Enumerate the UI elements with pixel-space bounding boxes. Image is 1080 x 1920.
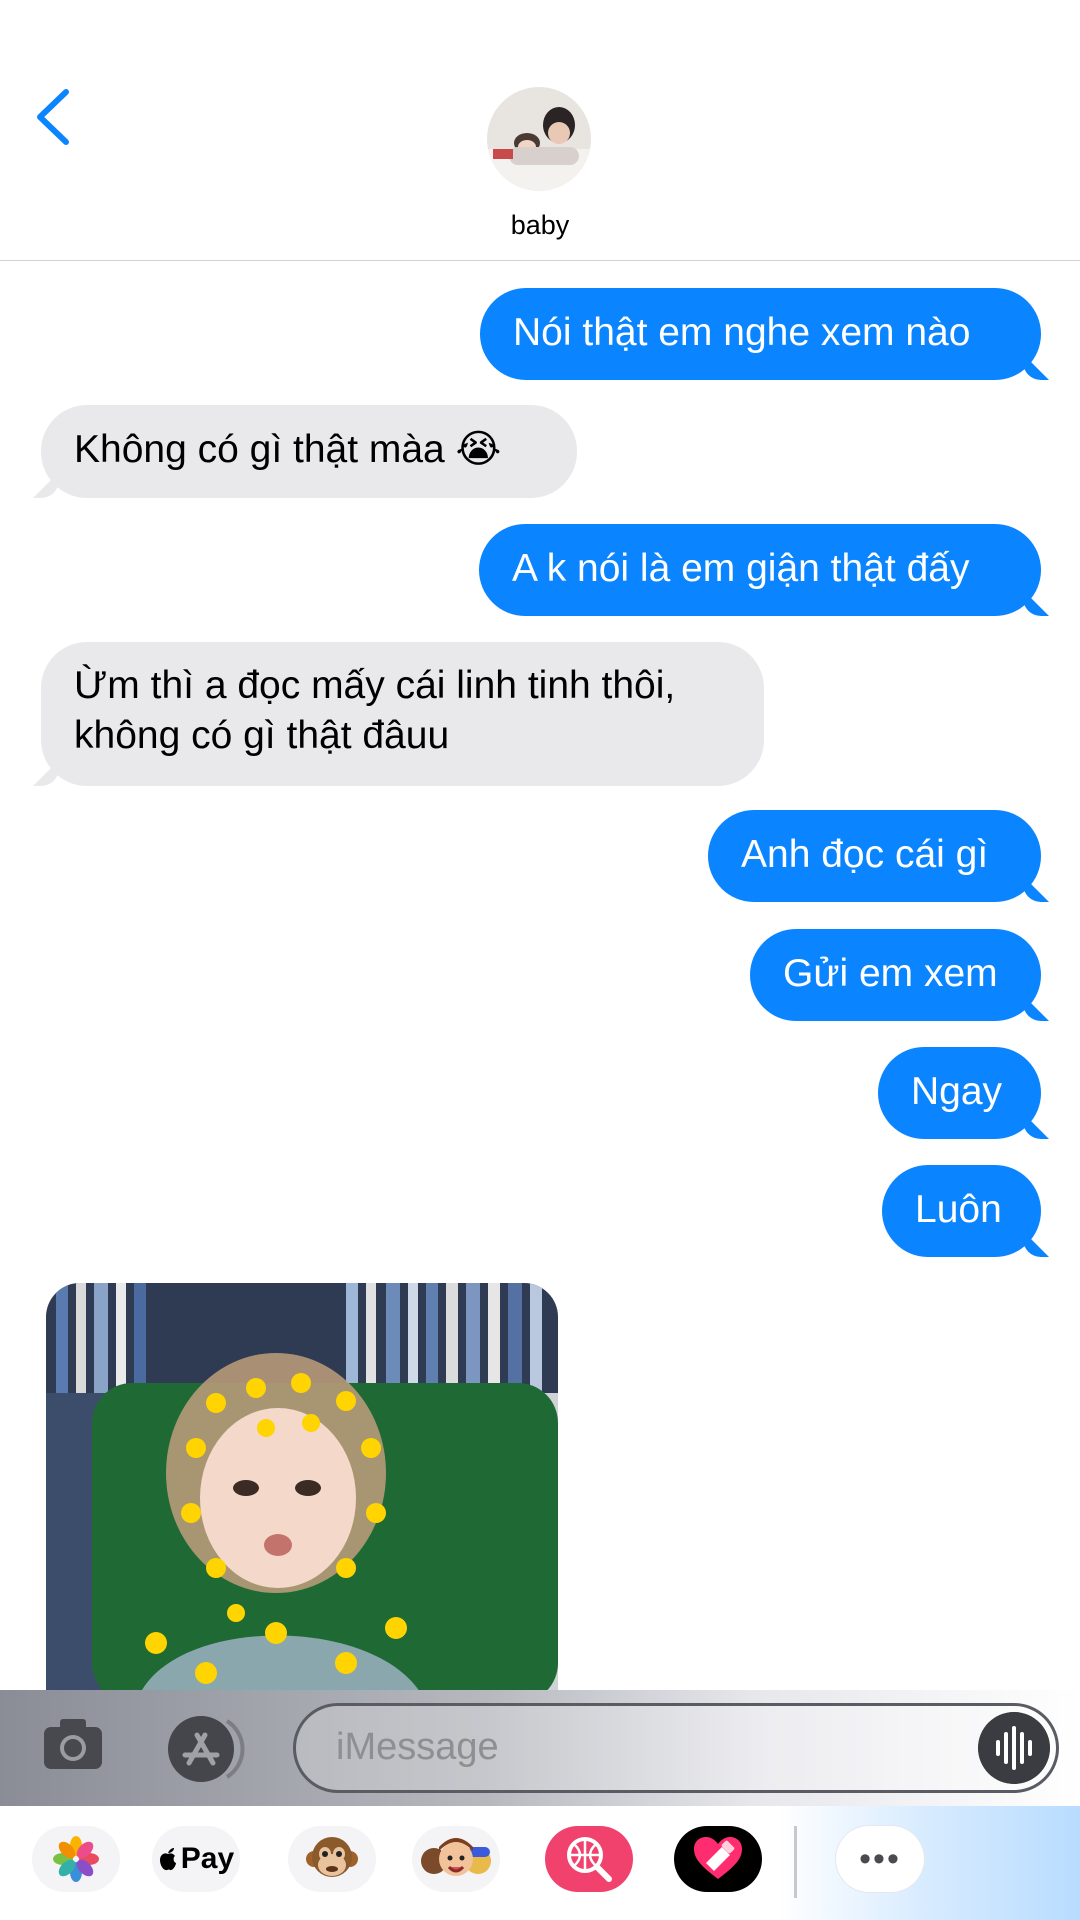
received-message[interactable]: Ừm thì a đọc mấy cái linh tinh thôi, khô… [41,642,764,786]
message-text-line: không có gì thật đâuu [74,714,450,757]
photos-app-icon[interactable] [32,1826,120,1892]
sent-message[interactable]: Gửi em xem [750,929,1041,1021]
app-store-icon[interactable] [165,1713,247,1785]
animoji-monkey-icon[interactable] [288,1826,376,1892]
back-chevron-icon[interactable] [30,82,80,152]
camera-icon[interactable] [42,1713,104,1775]
message-text: Ngay [911,1070,1003,1113]
sent-message[interactable]: Ngay [878,1047,1041,1139]
memoji-icon[interactable] [412,1826,500,1892]
sent-message[interactable]: Luôn [882,1165,1041,1257]
more-label: ••• [859,1839,901,1878]
message-text: Nói thật em nghe xem nào [513,311,971,354]
message-text-line: Ừm thì a đọc mấy cái linh tinh thôi, [74,664,676,707]
sent-message[interactable]: A k nói là em giận thật đấy [479,524,1041,616]
message-text: Anh đọc cái gì [741,833,989,876]
message-text: Gửi em xem [783,952,998,995]
message-text: A k nói là em giận thật đấy [512,547,970,590]
apple-pay-icon[interactable]: Pay [152,1826,240,1892]
digital-touch-icon[interactable] [674,1826,762,1892]
received-message[interactable]: Không có gì thật màa 😭 [41,405,577,498]
contact-name[interactable]: baby [0,210,1080,241]
message-text: Không có gì thật màa 😭 [74,428,502,471]
apple-logo-icon [159,1848,176,1871]
audio-waveform-icon[interactable] [978,1712,1050,1784]
received-photo[interactable] [46,1283,558,1703]
imessage-placeholder: iMessage [336,1726,499,1768]
images-search-icon[interactable] [545,1826,633,1892]
sent-message[interactable]: Anh đọc cái gì [708,810,1041,902]
imessage-input[interactable]: iMessage [293,1703,1059,1793]
message-text: Luôn [915,1188,1002,1231]
conversation-header: baby [0,0,1080,261]
apple-pay-label: Pay [180,1842,235,1875]
app-drawer-divider [794,1826,797,1898]
sent-message[interactable]: Nói thật em nghe xem nào [480,288,1041,380]
contact-avatar[interactable] [487,87,591,191]
more-icon[interactable]: ••• [836,1826,924,1892]
